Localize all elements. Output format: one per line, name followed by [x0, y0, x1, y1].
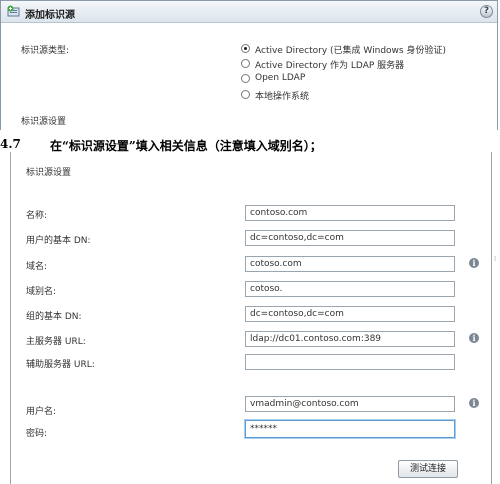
- primary-server-url-label: 主服务器 URL:: [26, 337, 86, 347]
- user-base-dn-label: 用户的基本 DN:: [26, 236, 91, 246]
- domain-alias-label: 域别名:: [26, 287, 57, 297]
- user-base-dn-input[interactable]: dc=contoso,dc=com: [245, 230, 455, 246]
- domain-info-icon[interactable]: i: [469, 258, 479, 268]
- password-input[interactable]: ******: [245, 420, 455, 438]
- group-base-dn-label: 组的基本 DN:: [26, 312, 82, 322]
- identity-source-type-label: 标识源类型:: [21, 46, 70, 56]
- primary-server-info-icon[interactable]: i: [469, 333, 479, 343]
- radio-selected-icon[interactable]: [241, 44, 250, 53]
- username-input[interactable]: vmadmin@contoso.com: [245, 396, 455, 412]
- radio-label: Open LDAP: [255, 73, 306, 83]
- radio-label: 本地操作系统: [255, 92, 310, 102]
- name-label: 名称:: [26, 211, 48, 221]
- identity-source-settings-label: 标识源设置: [21, 117, 67, 127]
- domain-alias-input[interactable]: cotoso.: [245, 281, 455, 297]
- secondary-server-url-label: 辅助服务器 URL:: [26, 360, 95, 370]
- radio-icon[interactable]: [241, 59, 250, 68]
- group-base-dn-input[interactable]: dc=contoso,dc=com: [245, 306, 455, 322]
- resize-grip-icon[interactable]: ⁞: [494, 256, 498, 264]
- radio-label: Active Directory (已集成 Windows 身份验证): [255, 46, 446, 56]
- domain-name-input[interactable]: cotoso.com: [245, 256, 455, 272]
- test-connection-button[interactable]: 测试连接: [398, 460, 458, 478]
- secondary-server-url-input[interactable]: [245, 354, 455, 370]
- name-input[interactable]: contoso.com: [245, 205, 455, 221]
- username-label: 用户名:: [26, 407, 57, 417]
- settings-section-label: 标识源设置: [26, 168, 72, 178]
- radio-label: Active Directory 作为 LDAP 服务器: [255, 61, 405, 71]
- password-label: 密码:: [26, 429, 48, 439]
- add-identity-source-dialog: 添加标识源 ? 标识源类型: Active Directory (已集成 Win…: [0, 0, 498, 130]
- dialog-title-bar: 添加标识源 ?: [1, 1, 497, 23]
- primary-server-url-input[interactable]: ldap://dc01.contoso.com:389: [245, 331, 455, 347]
- radio-icon[interactable]: [241, 90, 250, 99]
- username-info-icon[interactable]: i: [469, 398, 479, 408]
- domain-name-label: 域名:: [26, 262, 48, 272]
- help-icon[interactable]: ?: [480, 5, 493, 18]
- step-number: 4.7: [0, 137, 21, 151]
- add-source-icon: [7, 5, 20, 17]
- radio-icon[interactable]: [241, 74, 250, 83]
- dialog-title: 添加标识源: [25, 10, 75, 21]
- step-heading: 4.7 在“标识源设置”填入相关信息（注意填入域别名）；: [0, 137, 500, 153]
